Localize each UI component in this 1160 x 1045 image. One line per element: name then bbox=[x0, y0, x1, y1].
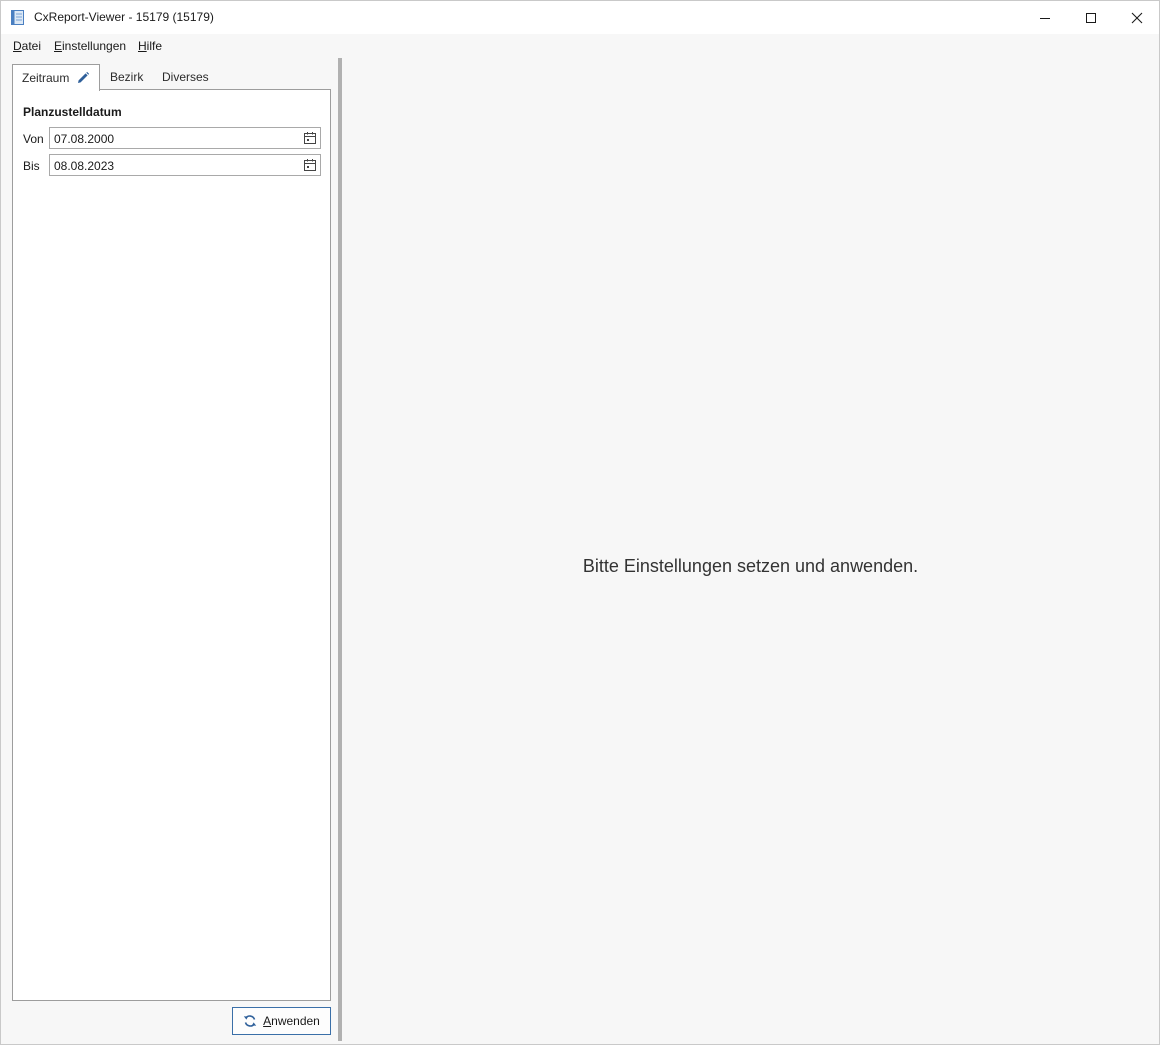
maximize-button[interactable] bbox=[1068, 1, 1114, 34]
title-bar[interactable]: CxReport-Viewer - 15179 (15179) bbox=[1, 1, 1159, 34]
menu-datei-accel: D bbox=[13, 39, 22, 53]
maximize-icon bbox=[1086, 12, 1096, 23]
from-date-value: 07.08.2000 bbox=[54, 132, 115, 146]
to-date-value: 08.08.2023 bbox=[54, 159, 115, 173]
apply-button-rest: nwenden bbox=[271, 1014, 320, 1028]
tab-bezirk-label: Bezirk bbox=[110, 70, 144, 84]
menu-einstellungen-label: instellungen bbox=[62, 39, 127, 53]
to-label: Bis bbox=[23, 159, 40, 173]
pane-splitter[interactable] bbox=[338, 58, 342, 1041]
tab-diverses[interactable]: Diverses bbox=[162, 64, 209, 90]
tab-bezirk[interactable]: Bezirk bbox=[110, 64, 143, 90]
tab-zeitraum-label: Zeitraum bbox=[22, 71, 70, 85]
tab-panel-zeitraum: Planzustelldatum Von 07.08.2000 Bis 08.0… bbox=[12, 89, 331, 1001]
tab-diverses-label: Diverses bbox=[162, 70, 209, 84]
menu-bar: Datei Einstellungen Hilfe bbox=[1, 34, 1159, 58]
menu-hilfe-label: ilfe bbox=[146, 39, 163, 53]
menu-einstellungen[interactable]: Einstellungen bbox=[54, 39, 126, 53]
menu-hilfe[interactable]: Hilfe bbox=[138, 39, 162, 53]
menu-datei-label: atei bbox=[21, 39, 42, 53]
calendar-icon[interactable] bbox=[302, 157, 318, 173]
minimize-icon bbox=[1040, 17, 1050, 19]
tab-zeitraum[interactable]: Zeitraum bbox=[12, 64, 100, 91]
app-icon bbox=[11, 10, 24, 25]
menu-hilfe-accel: H bbox=[138, 39, 147, 53]
menu-datei[interactable]: Datei bbox=[13, 39, 41, 53]
app-window: CxReport-Viewer - 15179 (15179) Datei Ei… bbox=[0, 0, 1160, 1045]
minimize-button[interactable] bbox=[1022, 1, 1068, 34]
refresh-icon bbox=[243, 1015, 257, 1027]
apply-button-label: Anwenden bbox=[263, 1014, 320, 1028]
menu-einstellungen-accel: E bbox=[54, 39, 63, 53]
pencil-icon bbox=[78, 71, 90, 83]
from-label: Von bbox=[23, 132, 44, 146]
calendar-icon[interactable] bbox=[302, 130, 318, 146]
apply-button[interactable]: Anwenden bbox=[232, 1007, 331, 1035]
close-icon bbox=[1131, 12, 1143, 23]
empty-state-message: Bitte Einstellungen setzen und anwenden. bbox=[582, 556, 919, 576]
close-button[interactable] bbox=[1114, 1, 1160, 34]
window-title: CxReport-Viewer - 15179 (15179) bbox=[34, 10, 214, 24]
apply-button-accel: A bbox=[263, 1014, 272, 1028]
to-date-field[interactable]: 08.08.2023 bbox=[49, 154, 321, 176]
from-date-field[interactable]: 07.08.2000 bbox=[49, 127, 321, 149]
settings-pane: Zeitraum Bezirk Diverses Planzustelldatu… bbox=[11, 62, 333, 1040]
section-title: Planzustelldatum bbox=[23, 105, 122, 119]
